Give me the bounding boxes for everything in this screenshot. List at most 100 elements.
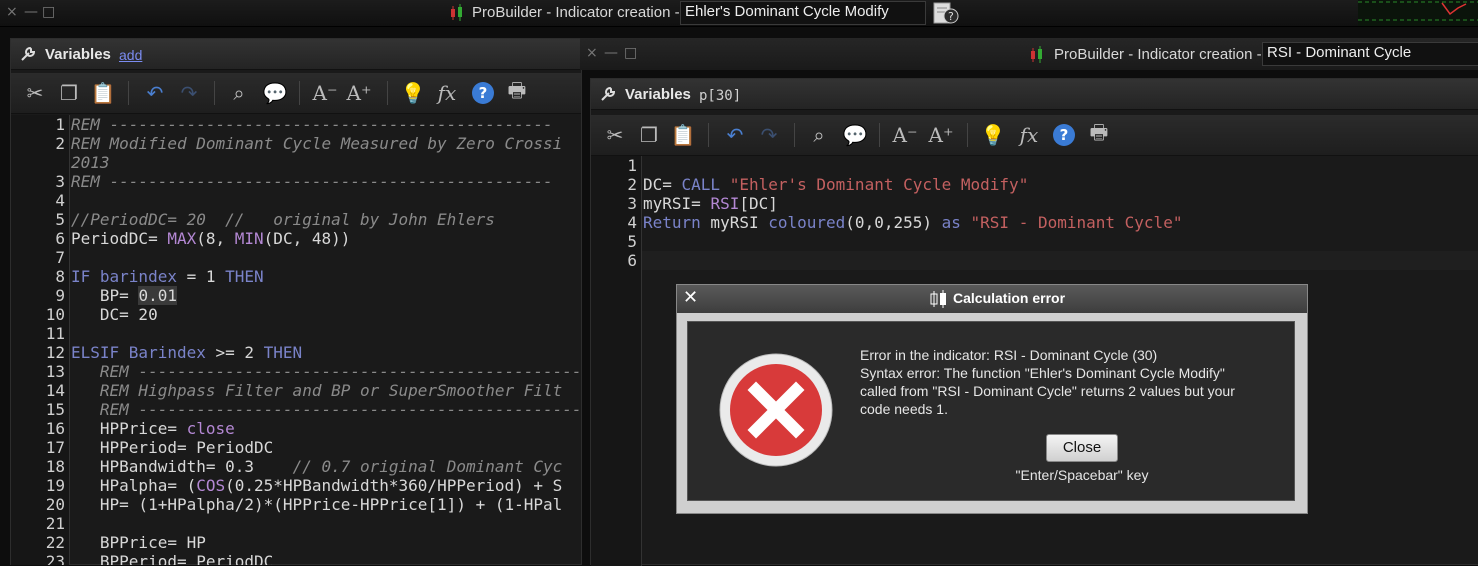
line-number: 19 [45, 476, 65, 495]
code-line: REM ------------------------------------… [71, 362, 581, 381]
dialog-close-icon[interactable]: ✕ [683, 287, 698, 308]
decrease-font-icon[interactable]: A⁻ [891, 121, 919, 149]
function-icon[interactable]: fx [1015, 121, 1043, 149]
paste-icon[interactable]: 📋 [669, 121, 697, 149]
help-doc-icon[interactable]: ? [932, 1, 960, 25]
increase-font-icon[interactable]: A⁺ [927, 121, 955, 149]
code-line: HPPrice= close [71, 419, 235, 438]
code-token: BP= [71, 286, 139, 305]
code-token: REM ------------------------------------… [71, 362, 581, 381]
code-token: // 0.7 original Dominant Cyc [292, 457, 563, 476]
variables-label: Variables [45, 46, 111, 63]
close-window-button[interactable]: × [586, 45, 598, 61]
code-line: //PeriodDC= 20 // original by John Ehler… [71, 210, 495, 229]
line-number: 5 [55, 210, 65, 229]
help-icon[interactable]: ? [1050, 121, 1078, 149]
code-token: REM Modified Dominant Cycle Measured by … [71, 134, 563, 153]
indicator-name-field[interactable]: RSI - Dominant Cycle [1262, 42, 1478, 66]
function-icon[interactable]: fx [433, 79, 461, 107]
code-token: THEN [263, 343, 303, 362]
error-message-line3: called from "RSI - Dominant Cycle" retur… [860, 383, 1235, 399]
code-line: BPPeriod= PeriodDC [71, 552, 273, 565]
print-icon[interactable]: 🖶 [503, 78, 531, 107]
cut-icon[interactable]: ✂ [601, 121, 629, 149]
code-token: ELSIF Barindex [71, 343, 206, 362]
candlestick-icon [1031, 46, 1042, 63]
code-editor-left[interactable]: 1 REM -----------------------------------… [11, 115, 581, 565]
mini-chart-preview [1358, 0, 1478, 26]
print-icon[interactable]: 🖶 [1085, 120, 1113, 149]
code-token: >= 2 [205, 343, 264, 362]
code-token: REM ------------------------------------… [71, 400, 581, 419]
line-number: 16 [45, 419, 65, 438]
maximize-window-button[interactable]: □ [624, 45, 637, 61]
copy-icon[interactable]: ❐ [635, 121, 663, 149]
code-token: DC= [643, 175, 682, 194]
minimize-window-button[interactable]: — [24, 4, 38, 20]
help-icon[interactable]: ? [469, 79, 497, 107]
undo-icon[interactable]: ↶ [141, 79, 169, 107]
decrease-font-icon[interactable]: A⁻ [311, 79, 339, 107]
code-token: REM ------------------------------------… [71, 172, 553, 191]
code-line: 2013 [71, 153, 110, 172]
code-line: DC= CALL "Ehler's Dominant Cycle Modify" [643, 175, 1028, 194]
code-line: REM Modified Dominant Cycle Measured by … [71, 134, 562, 153]
toolbar-divider [299, 81, 300, 105]
error-message-line2: Syntax error: The function "Ehler's Domi… [860, 365, 1225, 381]
maximize-window-button[interactable]: □ [42, 4, 55, 20]
code-token: = 1 [176, 267, 226, 286]
code-line: HPPeriod= PeriodDC [71, 438, 273, 457]
redo-icon[interactable]: ↷ [755, 121, 783, 149]
line-number: 14 [45, 381, 65, 400]
comment-icon[interactable]: 💬 [261, 79, 289, 107]
code-line: Return myRSI coloured(0,0,255) as "RSI -… [643, 213, 1182, 232]
code-token: HPPeriod= PeriodDC [71, 438, 274, 457]
line-number: 12 [45, 343, 65, 362]
variables-bar: Variables p[30] [591, 79, 1478, 110]
line-number: 11 [45, 324, 65, 343]
code-token: COS [196, 476, 226, 495]
redo-icon[interactable]: ↷ [175, 79, 203, 107]
close-button[interactable]: Close [1046, 434, 1118, 462]
cut-icon[interactable]: ✂ [21, 79, 49, 107]
calculation-error-dialog: ✕ Calculation error Error in the indicat… [676, 284, 1308, 514]
code-token: Return [643, 213, 701, 232]
code-token: close [186, 419, 235, 438]
dialog-titlebar: ✕ Calculation error [677, 285, 1307, 313]
code-token: [DC] [739, 194, 778, 213]
line-number: 8 [55, 267, 65, 286]
wrench-icon [601, 86, 616, 101]
increase-font-icon[interactable]: A⁺ [345, 79, 373, 107]
toolbar-divider [708, 123, 709, 147]
lightbulb-icon[interactable]: 💡 [979, 121, 1007, 149]
variables-value[interactable]: p[30] [699, 88, 741, 104]
dialog-body: Error in the indicator: RSI - Dominant C… [687, 321, 1295, 501]
code-line: REM ------------------------------------… [71, 172, 553, 191]
toolbar-divider [879, 123, 880, 147]
line-number: 2 [55, 134, 65, 153]
variables-bar: Variables add [11, 39, 581, 70]
code-token: MIN [234, 229, 264, 248]
line-number: 21 [45, 514, 65, 533]
undo-icon[interactable]: ↶ [721, 121, 749, 149]
paste-icon[interactable]: 📋 [89, 79, 117, 107]
code-token: HP= (1+HPalpha/2)*(HPPrice-HPPrice[1]) +… [71, 495, 563, 514]
line-number: 10 [45, 305, 65, 324]
line-number: 3 [627, 194, 637, 213]
code-token: as [941, 213, 971, 232]
minimize-window-button[interactable]: — [604, 45, 618, 61]
close-window-button[interactable]: × [6, 4, 18, 20]
error-message-line4: code needs 1. [860, 401, 948, 417]
lightbulb-icon[interactable]: 💡 [399, 79, 427, 107]
copy-icon[interactable]: ❐ [55, 79, 83, 107]
search-icon[interactable]: ⌕ [805, 121, 833, 149]
line-number: 1 [55, 115, 65, 134]
indicator-name-field[interactable]: Ehler's Dominant Cycle Modify [680, 1, 926, 25]
comment-icon[interactable]: 💬 [841, 121, 869, 149]
search-icon[interactable]: ⌕ [225, 79, 253, 107]
line-number: 17 [45, 438, 65, 457]
line-number: 2 [627, 175, 637, 194]
code-line: REM Highpass Filter and BP or SuperSmoot… [71, 381, 562, 400]
add-variable-link[interactable]: add [119, 47, 142, 63]
candlestick-icon [451, 4, 462, 21]
